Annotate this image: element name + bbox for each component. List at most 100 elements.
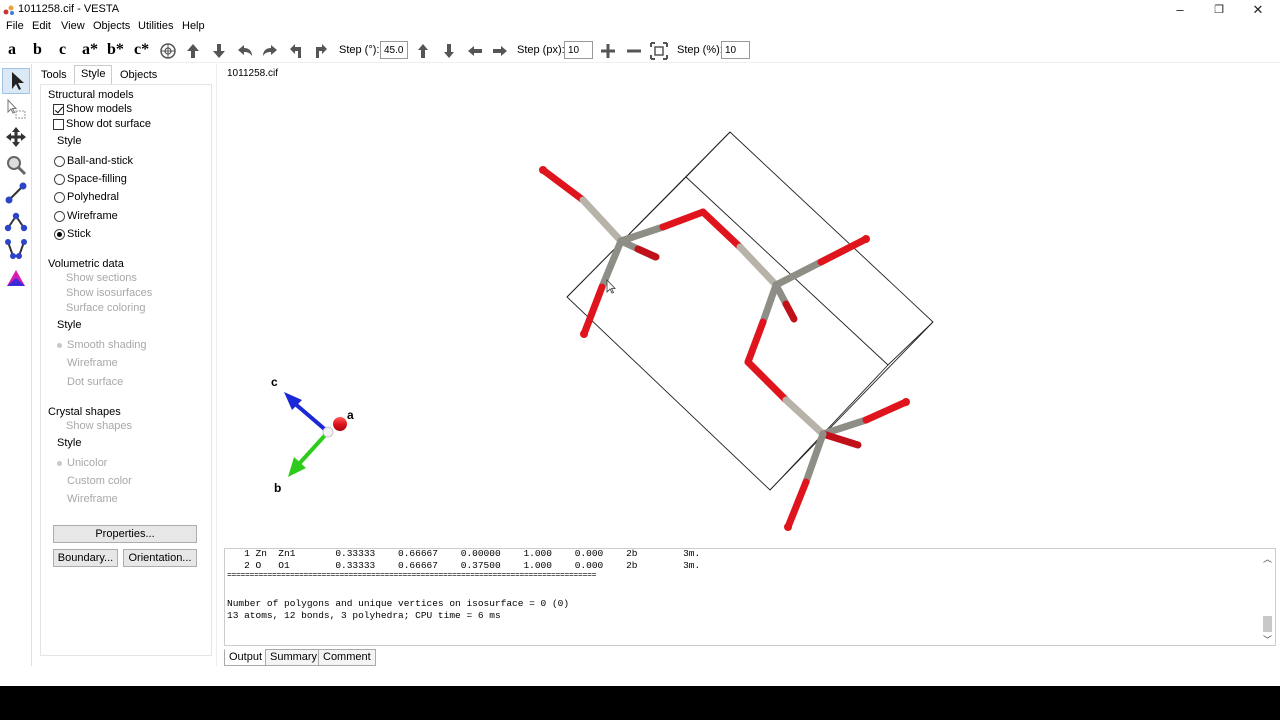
volumetric-data-title: Volumetric data (48, 258, 124, 270)
stick-radio[interactable] (54, 229, 65, 240)
crystal-style-label: Style (57, 437, 82, 449)
restore-button[interactable]: ❐ (1199, 0, 1239, 20)
ball-and-stick-label: Ball-and-stick (67, 155, 134, 167)
output-line: 13 atoms, 12 bonds, 3 polyhedra; CPU tim… (227, 610, 501, 621)
style-tab-content (40, 84, 212, 656)
zoom-out-icon[interactable] (625, 42, 643, 60)
view-along-b-button[interactable]: b (33, 41, 42, 59)
view-along-c-star-button[interactable]: c* (134, 41, 149, 59)
wireframe-radio[interactable] (54, 211, 65, 222)
lattice-plane-icon[interactable] (4, 266, 28, 290)
unicolor-label: Unicolor (67, 457, 108, 469)
step-pct-label: Step (%): (677, 44, 723, 56)
dihedral-tool-icon[interactable] (4, 237, 28, 261)
step-px-label: Step (px): (517, 44, 565, 56)
output-separator: ========================================… (227, 571, 597, 580)
step-px-input[interactable] (564, 41, 593, 59)
show-dot-surface-label: Show dot surface (66, 118, 151, 130)
distance-tool-icon[interactable] (4, 181, 28, 205)
magnifier-icon[interactable] (4, 153, 28, 177)
tab-comment[interactable]: Comment (318, 649, 376, 666)
output-line: Number of polygons and unique vertices o… (227, 598, 570, 609)
translate-down-icon[interactable] (440, 42, 458, 60)
tab-summary[interactable]: Summary (265, 649, 323, 666)
structural-style-label: Style (57, 135, 82, 147)
screen-bottom-bar (0, 686, 1280, 720)
smooth-shading-radio[interactable] (57, 343, 62, 348)
wireframe-label: Wireframe (67, 210, 118, 222)
scrollbar-thumb[interactable] (1263, 616, 1272, 632)
smooth-shading-label: Smooth shading (67, 339, 147, 351)
view-along-a-button[interactable]: a (8, 41, 16, 59)
output-scrollbar[interactable]: ︿ ﹀ (1260, 549, 1275, 645)
surface-coloring-label: Surface coloring (66, 302, 146, 314)
step-deg-input[interactable] (380, 41, 408, 59)
menu-utilities[interactable]: Utilities (138, 20, 173, 32)
unicolor-radio[interactable] (57, 461, 62, 466)
show-sections-label: Show sections (66, 272, 137, 284)
translate-right-icon[interactable] (491, 42, 509, 60)
boundary-button[interactable]: Boundary... (53, 549, 118, 567)
translate-tool-icon[interactable] (4, 125, 28, 149)
output-line: 2 O O1 0.33333 0.66667 0.37500 1.000 0.0… (227, 560, 701, 571)
scroll-down-icon[interactable]: ﹀ (1263, 633, 1272, 646)
rotate-ccw-icon[interactable] (287, 42, 305, 60)
tab-output[interactable]: Output (224, 649, 268, 666)
stick-bonds (539, 166, 910, 531)
translate-left-icon[interactable] (466, 42, 484, 60)
minimize-button[interactable]: – (1160, 0, 1200, 20)
show-models-checkbox[interactable] (53, 104, 64, 115)
view-along-a-star-button[interactable]: a* (82, 41, 98, 59)
fit-to-screen-icon[interactable] (650, 42, 668, 60)
space-filling-radio[interactable] (54, 174, 65, 185)
rotate-down-icon[interactable] (210, 42, 228, 60)
tab-objects[interactable]: Objects (116, 67, 161, 83)
menu-help[interactable]: Help (182, 20, 205, 32)
output-panel[interactable]: 1 Zn Zn1 0.33333 0.66667 0.00000 1.000 0… (224, 548, 1276, 646)
polyhedral-radio[interactable] (54, 192, 65, 203)
stick-label: Stick (67, 228, 91, 240)
crystal-shapes-title: Crystal shapes (48, 406, 121, 418)
ball-and-stick-radio[interactable] (54, 156, 65, 167)
structure-viewer[interactable] (218, 82, 1280, 544)
structure-file-tab[interactable]: 1011258.cif (227, 68, 278, 79)
title-bar (0, 0, 1280, 20)
step-pct-input[interactable] (721, 41, 750, 59)
window-title: 1011258.cif - VESTA (18, 3, 120, 15)
show-shapes-label: Show shapes (66, 420, 133, 432)
select-arrow-icon[interactable] (4, 69, 28, 93)
show-models-label: Show models (66, 103, 133, 115)
menu-view[interactable]: View (61, 20, 85, 32)
show-dot-surface-checkbox[interactable] (53, 119, 64, 130)
rotate-up-icon[interactable] (184, 42, 202, 60)
menu-file[interactable]: File (6, 20, 24, 32)
rotate-right-icon[interactable] (261, 42, 279, 60)
menu-edit[interactable]: Edit (32, 20, 51, 32)
view-along-b-star-button[interactable]: b* (107, 41, 124, 59)
rotate-left-icon[interactable] (236, 42, 254, 60)
properties-button[interactable]: Properties... (53, 525, 197, 543)
rectangle-select-icon[interactable] (4, 97, 28, 121)
rotate-cw-icon[interactable] (312, 42, 330, 60)
orientation-button[interactable]: Orientation... (123, 549, 197, 567)
tab-style[interactable]: Style (74, 65, 113, 84)
custom-color-label: Custom color (67, 475, 132, 487)
standard-orientation-icon[interactable] (159, 42, 177, 60)
view-along-c-button[interactable]: c (59, 41, 66, 59)
scroll-up-icon[interactable]: ︿ (1263, 552, 1272, 565)
unit-cell-outline (566, 131, 934, 491)
translate-up-icon[interactable] (414, 42, 432, 60)
axis-c-label: c (271, 375, 278, 389)
show-isosurfaces-label: Show isosurfaces (66, 287, 153, 299)
axis-a-label: a (347, 408, 354, 422)
angle-tool-icon[interactable] (4, 209, 28, 233)
atom-caps (539, 166, 910, 531)
tab-tools[interactable]: Tools (37, 67, 71, 83)
close-button[interactable]: ✕ (1238, 0, 1278, 20)
step-deg-label: Step (°): (339, 44, 380, 56)
volumetric-wireframe-label: Wireframe (67, 357, 118, 369)
zoom-in-icon[interactable] (599, 42, 617, 60)
volumetric-style-label: Style (57, 319, 82, 331)
output-line: 1 Zn Zn1 0.33333 0.66667 0.00000 1.000 0… (227, 548, 701, 559)
menu-objects[interactable]: Objects (93, 20, 130, 32)
